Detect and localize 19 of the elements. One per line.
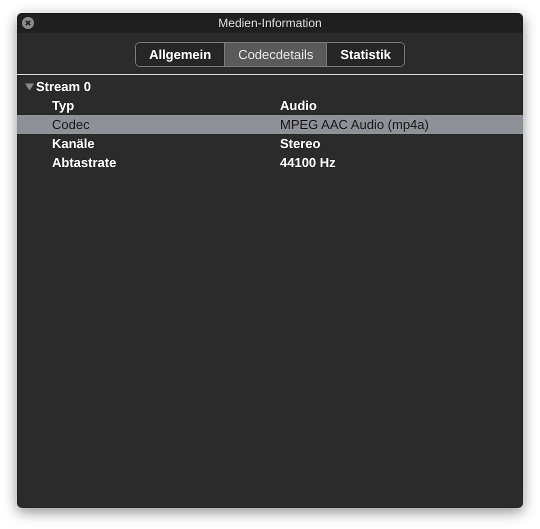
close-icon[interactable] [22, 17, 34, 29]
property-name: Abtastrate [52, 154, 118, 172]
disclosure-triangle-down-icon[interactable] [25, 82, 34, 91]
stream-label: Stream 0 [36, 78, 91, 96]
property-row[interactable]: Codec MPEG AAC Audio (mp4a) [17, 115, 523, 134]
tab[interactable]: Codecdetails [224, 43, 326, 66]
property-row[interactable]: Typ Audio [17, 96, 523, 115]
property-name: Codec [52, 116, 91, 134]
property-value: 44100 Hz [280, 154, 336, 172]
window-title: Medien-Information [218, 15, 322, 32]
tab[interactable]: Allgemein [136, 43, 224, 66]
tab[interactable]: Statistik [326, 43, 404, 66]
property-row[interactable]: Kanäle Stereo [17, 134, 523, 153]
property-row[interactable]: Abtastrate 44100 Hz [17, 153, 523, 172]
property-value: MPEG AAC Audio (mp4a) [280, 116, 429, 134]
property-value: Stereo [280, 134, 320, 153]
property-value: Audio [280, 96, 317, 115]
property-name: Kanäle [52, 134, 96, 153]
property-name: Typ [52, 96, 76, 115]
